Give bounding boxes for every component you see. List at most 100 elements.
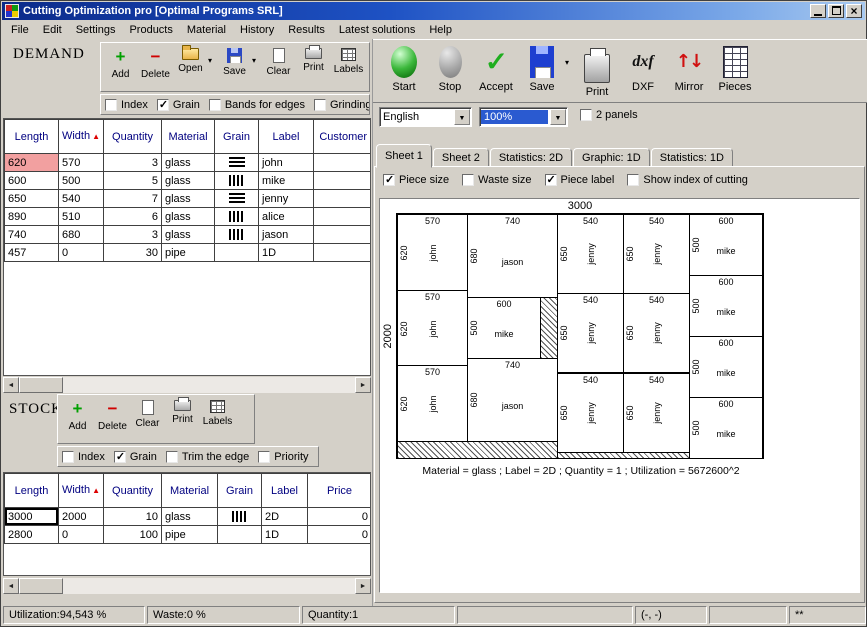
menu-item-latest-solutions[interactable]: Latest solutions [332,22,422,38]
menu-item-history[interactable]: History [233,22,281,38]
demand-cell[interactable]: 30 [104,244,162,262]
demand-cell[interactable] [215,226,259,244]
stock-hscrollbar[interactable] [3,578,371,594]
stock-clear-button[interactable]: Clear [130,396,165,440]
stock-cell[interactable]: 2D [262,508,308,526]
stock-checkbox-priority[interactable]: Priority [258,451,308,463]
demand-cell[interactable]: 890 [5,208,59,226]
demand-cell[interactable]: glass [162,226,215,244]
stock-cell[interactable]: 100 [104,526,162,544]
stock-cell[interactable]: 1D [262,526,308,544]
demand-cell[interactable]: mike [259,172,314,190]
demand-cell[interactable]: 5 [104,172,162,190]
main-save-button[interactable]: Save [519,42,565,98]
demand-cell[interactable]: 0 [59,244,104,262]
stock-col-header-price[interactable]: Price [308,474,372,508]
sheet-checkbox-piece-size[interactable]: Piece size [383,174,449,186]
demand-checkbox-grain[interactable]: Grain [157,99,200,111]
menu-item-results[interactable]: Results [281,22,332,38]
demand-cell[interactable]: glass [162,154,215,172]
stock-cell[interactable]: 3000 [5,508,59,526]
demand-col-header-length[interactable]: Length [5,120,59,154]
menu-item-material[interactable]: Material [180,22,233,38]
scroll-left-button[interactable] [3,578,19,594]
demand-cell[interactable]: john [259,154,314,172]
demand-open-button[interactable]: Open [173,44,208,88]
demand-cell[interactable] [314,172,372,190]
demand-cell[interactable] [314,244,372,262]
scroll-right-button[interactable] [355,377,371,393]
menu-item-help[interactable]: Help [422,22,459,38]
demand-cell[interactable]: jason [259,226,314,244]
demand-cell[interactable] [215,154,259,172]
demand-cell[interactable]: 620 [5,154,59,172]
stock-checkbox-index[interactable]: Index [62,451,105,463]
sheet-checkbox-piece-label[interactable]: Piece label [545,174,615,186]
language-select[interactable]: English [379,107,472,127]
demand-cell[interactable]: glass [162,190,215,208]
scroll-left-button[interactable] [3,377,19,393]
demand-col-header-label[interactable]: Label [259,120,314,154]
stock-col-header-label[interactable]: Label [262,474,308,508]
main-dxf-button[interactable]: DXF [620,42,666,98]
menu-item-edit[interactable]: Edit [36,22,69,38]
demand-cell[interactable]: 1D [259,244,314,262]
stock-add-button[interactable]: Add [60,396,95,440]
stock-cell[interactable]: 10 [104,508,162,526]
language-dropdown-button[interactable] [454,109,470,125]
demand-col-header-customer-name[interactable]: Customer name [314,120,372,154]
dropdown-arrow-icon[interactable]: ▾ [208,56,217,65]
demand-cell[interactable]: 680 [59,226,104,244]
menu-item-products[interactable]: Products [122,22,179,38]
demand-cell[interactable]: 500 [59,172,104,190]
demand-cell[interactable]: 600 [5,172,59,190]
sheet-checkbox-waste-size[interactable]: Waste size [462,174,531,186]
demand-cell[interactable] [314,190,372,208]
menu-item-file[interactable]: File [4,22,36,38]
stock-cell[interactable]: 0 [308,508,372,526]
demand-hscrollbar[interactable] [3,377,371,393]
demand-cell[interactable] [215,190,259,208]
stock-cell[interactable]: pipe [162,526,218,544]
demand-cell[interactable]: glass [162,208,215,226]
demand-cell[interactable]: 740 [5,226,59,244]
minimize-button[interactable] [810,4,826,18]
demand-col-header-quantity[interactable]: Quantity [104,120,162,154]
demand-col-header-material[interactable]: Material [162,120,215,154]
demand-cell[interactable] [314,208,372,226]
scroll-right-button[interactable] [355,578,371,594]
view-checkbox-2-panels[interactable]: 2 panels [580,109,638,121]
maximize-button[interactable] [828,4,844,18]
demand-save-button[interactable]: Save [217,44,252,88]
demand-cell[interactable]: pipe [162,244,215,262]
demand-cell[interactable]: 6 [104,208,162,226]
zoom-select[interactable]: 100% [479,107,568,127]
demand-cell[interactable]: 650 [5,190,59,208]
stock-checkbox-grain[interactable]: Grain [114,451,157,463]
stock-col-header-grain[interactable]: Grain [218,474,262,508]
tab-sheet-2[interactable]: Sheet 2 [433,148,489,167]
main-stop-button[interactable]: Stop [427,42,473,98]
zoom-dropdown-button[interactable] [550,109,566,125]
tab-sheet-1[interactable]: Sheet 1 [376,144,432,168]
demand-checkbox-grinding[interactable]: Grinding [314,99,370,111]
demand-col-header-width[interactable]: Width▲ [59,120,104,154]
scroll-thumb[interactable] [19,578,63,594]
main-start-button[interactable]: Start [381,42,427,98]
stock-print-button[interactable]: Print [165,396,200,440]
demand-cell[interactable] [215,172,259,190]
stock-cell[interactable]: glass [162,508,218,526]
sheet-checkbox-show-index-of-cutting[interactable]: Show index of cutting [627,174,748,186]
stock-cell[interactable]: 0 [59,526,104,544]
close-button[interactable]: × [846,4,862,18]
stock-checkbox-trim-the-edge[interactable]: Trim the edge [166,451,249,463]
stock-delete-button[interactable]: Delete [95,396,130,440]
tab-statistics-2d[interactable]: Statistics: 2D [490,148,572,167]
menu-item-settings[interactable]: Settings [69,22,123,38]
stock-cell[interactable]: 2000 [59,508,104,526]
scroll-thumb[interactable] [19,377,63,393]
demand-cell[interactable] [215,244,259,262]
demand-cell[interactable]: 510 [59,208,104,226]
demand-cell[interactable]: 457 [5,244,59,262]
demand-clear-button[interactable]: Clear [261,44,296,88]
